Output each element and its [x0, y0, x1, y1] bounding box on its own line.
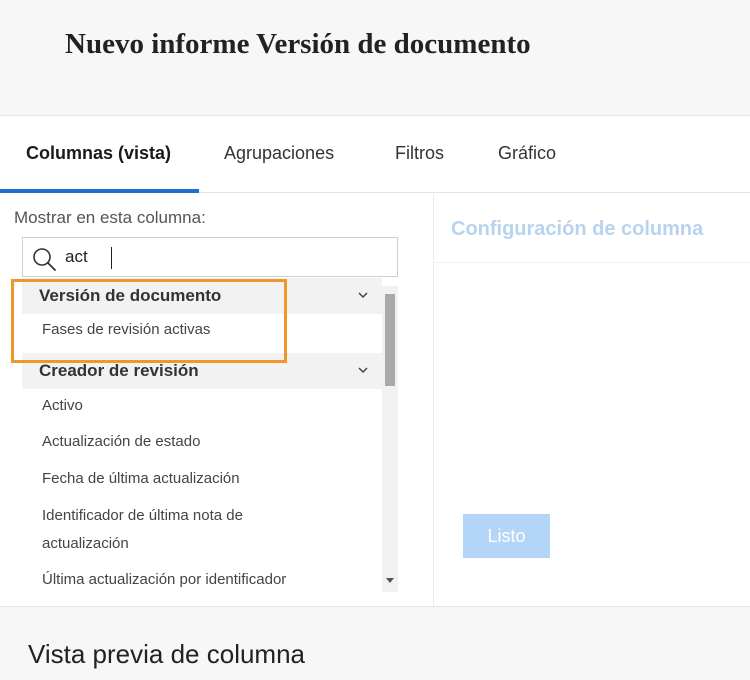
chevron-down-icon: [358, 292, 368, 299]
list-item-active-review-phases[interactable]: Fases de revisión activas: [42, 316, 210, 344]
text-cursor: [111, 247, 112, 269]
scroll-thumb[interactable]: [385, 294, 395, 386]
search-icon: [33, 248, 56, 271]
chevron-down-icon: [358, 367, 368, 374]
page-title: Nuevo informe Versión de documento: [65, 28, 531, 60]
tab-filters[interactable]: Filtros: [395, 116, 444, 193]
list-scrollbar[interactable]: [382, 286, 398, 592]
group-header-review-creator[interactable]: Creador de revisión: [22, 353, 382, 389]
tab-columns-view[interactable]: Columnas (vista): [26, 116, 171, 193]
column-settings-panel: Configuración de columna Listo: [433, 194, 750, 606]
done-button[interactable]: Listo: [463, 514, 550, 558]
group-label: Creador de revisión: [39, 361, 199, 380]
tab-bar: Columnas (vista) Agrupaciones Filtros Gr…: [0, 116, 750, 193]
list-item-last-update-date[interactable]: Fecha de última actualización: [42, 465, 240, 493]
tab-chart[interactable]: Gráfico: [498, 116, 556, 193]
column-preview-section: Vista previa de columna: [0, 606, 750, 680]
divider: [434, 262, 750, 263]
group-label: Versión de documento: [39, 286, 222, 305]
column-settings-title: Configuración de columna: [451, 218, 704, 240]
show-in-column-label: Mostrar en esta columna:: [14, 208, 206, 227]
column-preview-title: Vista previa de columna: [28, 639, 306, 669]
column-selection-panel: Mostrar en esta columna: Versión de docu…: [0, 194, 432, 606]
list-item-last-update-note-id-cont[interactable]: actualización: [42, 530, 129, 558]
list-item-active[interactable]: Activo: [42, 392, 83, 420]
active-tab-indicator: [0, 189, 199, 193]
list-item-status-update[interactable]: Actualización de estado: [42, 428, 200, 456]
tab-groupings[interactable]: Agrupaciones: [224, 116, 334, 193]
field-search-box: [22, 237, 398, 277]
group-header-document-version[interactable]: Versión de documento: [22, 278, 382, 314]
list-item-last-updated-by-id[interactable]: Última actualización por identificador: [42, 566, 286, 594]
list-item-last-update-note-id[interactable]: Identificador de última nota de: [42, 502, 243, 530]
search-input[interactable]: [65, 242, 385, 272]
page-header: Nuevo informe Versión de documento: [0, 0, 750, 116]
field-list: Versión de documento Fases de revisión a…: [22, 278, 398, 594]
scroll-down-arrow-icon[interactable]: [386, 578, 394, 583]
